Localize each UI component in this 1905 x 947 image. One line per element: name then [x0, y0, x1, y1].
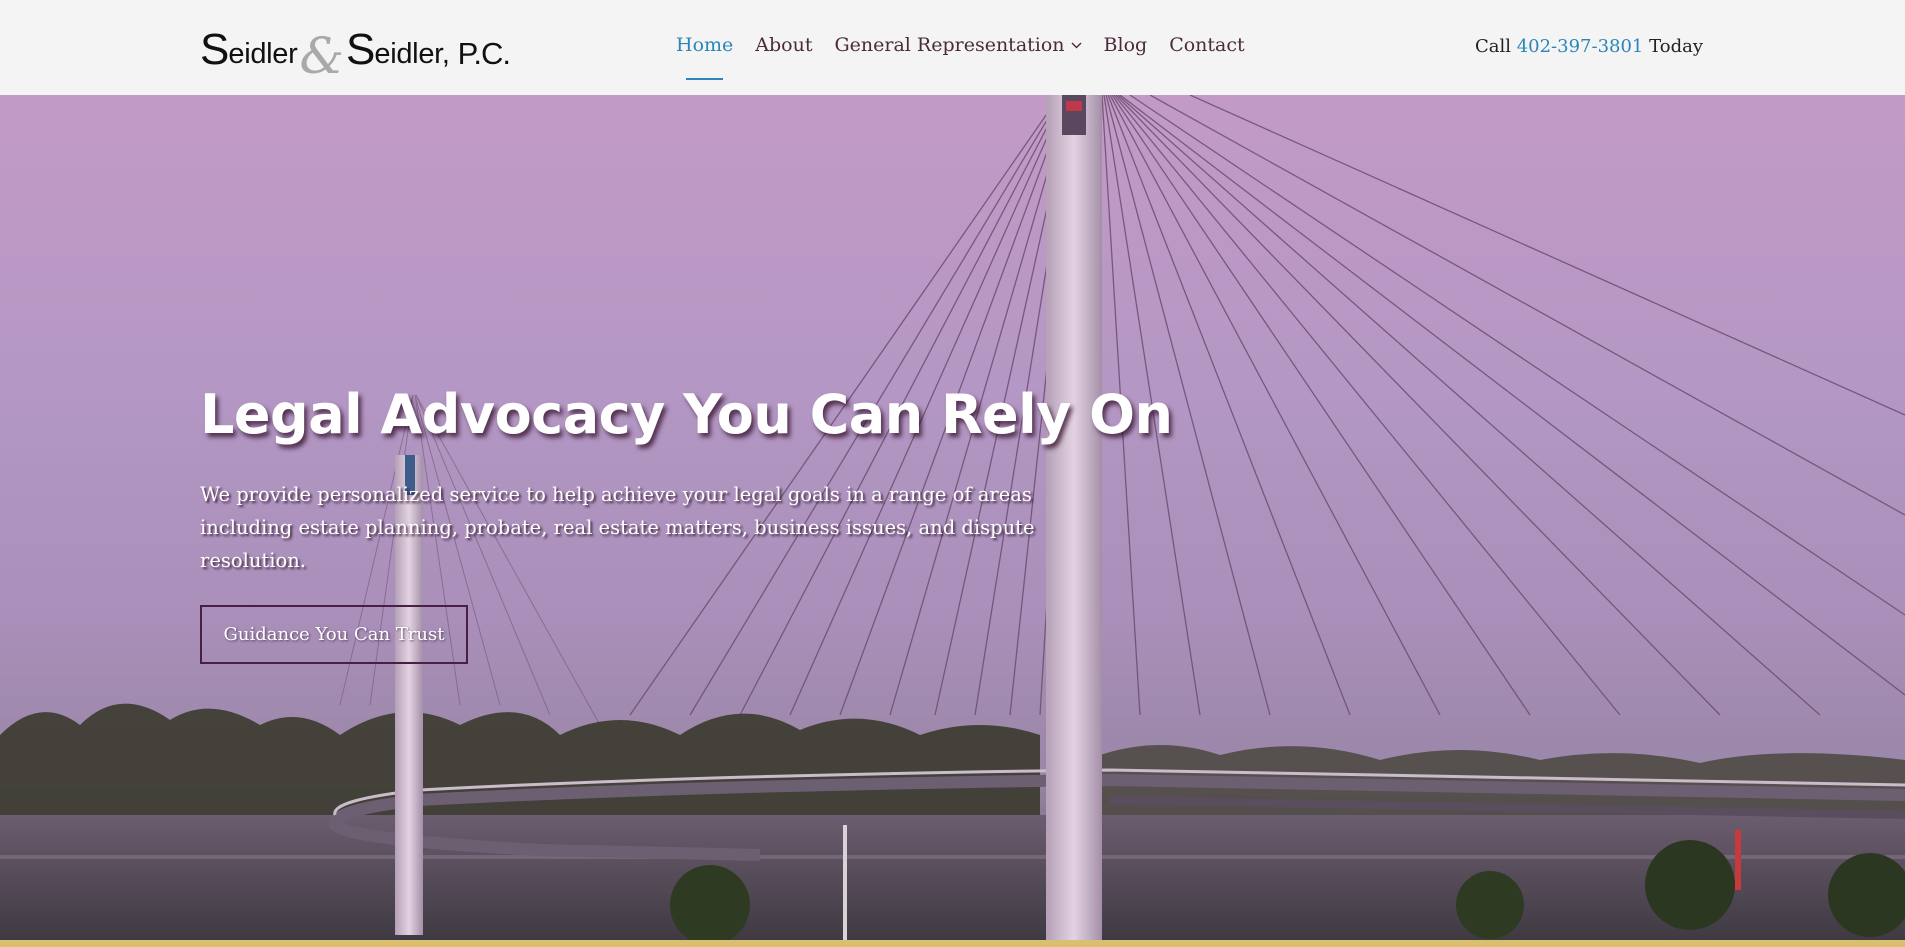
main-nav: Home About General Representation Blog C… — [676, 34, 1267, 80]
guidance-button[interactable]: Guidance You Can Trust — [200, 605, 468, 664]
nav-item-blog-label: Blog — [1103, 34, 1148, 56]
logo-first-initial: S — [200, 25, 229, 74]
nav-item-contact[interactable]: Contact — [1169, 34, 1244, 56]
logo-second-word: eidler, — [374, 38, 450, 70]
nav-item-about-label: About — [755, 34, 813, 56]
call-to-action: Call 402-397-3801 Today — [1475, 36, 1703, 57]
nav-item-about[interactable]: About — [755, 34, 812, 56]
logo-suffix: P.C. — [457, 36, 511, 71]
call-suffix: Today — [1649, 36, 1703, 57]
nav-item-contact-label: Contact — [1169, 34, 1245, 56]
nav-item-general-representation[interactable]: General Representation — [834, 34, 1082, 56]
nav-item-general-representation-label: General Representation — [834, 34, 1065, 56]
hero-subtitle: We provide personalized service to help … — [200, 483, 1035, 572]
call-prefix: Call — [1474, 36, 1511, 57]
hero-title: Legal Advocacy You Can Rely On — [200, 383, 1173, 446]
logo-first-word: eidler — [228, 38, 298, 70]
site-logo[interactable]: S eidler & S eidler, P.C. — [200, 22, 511, 82]
site-header: S eidler & S eidler, P.C. Home About Gen… — [0, 0, 1905, 95]
chevron-down-icon — [1071, 38, 1082, 53]
phone-link[interactable]: 402-397-3801 — [1517, 36, 1644, 57]
nav-item-blog[interactable]: Blog — [1104, 34, 1148, 56]
nav-item-home[interactable]: Home — [676, 34, 734, 80]
logo-ampersand: & — [299, 27, 345, 85]
footer-accent-strip — [0, 940, 1905, 947]
nav-item-home-label: Home — [676, 34, 734, 56]
hero-section: Legal Advocacy You Can Rely On We provid… — [0, 95, 1905, 940]
logo-second-initial: S — [346, 25, 375, 74]
